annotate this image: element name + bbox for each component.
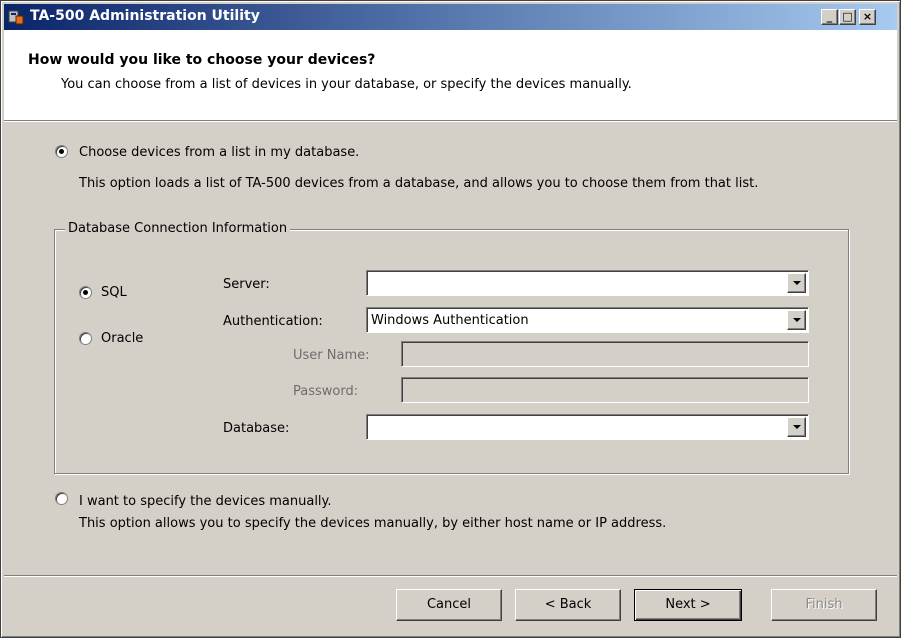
sql-radio[interactable] [79, 286, 92, 299]
header-divider-highlight [4, 121, 897, 122]
header-subtitle: You can choose from a list of devices in… [61, 77, 632, 92]
server-dropdown-arrow-icon[interactable] [787, 273, 806, 293]
app-icon [8, 10, 24, 25]
server-combo[interactable] [366, 270, 809, 296]
password-label: Password: [293, 384, 359, 399]
option-list-description: This option loads a list of TA-500 devic… [79, 176, 759, 191]
database-dropdown-arrow-icon[interactable] [787, 417, 806, 437]
wizard-header: How would you like to choose your device… [4, 30, 897, 120]
minimize-button[interactable]: _ [821, 9, 838, 25]
username-label: User Name: [293, 348, 370, 363]
option-list-label[interactable]: Choose devices from a list in my databas… [79, 145, 359, 160]
database-connection-legend: Database Connection Information [65, 221, 291, 236]
close-button[interactable]: × [859, 9, 876, 25]
maximize-button[interactable]: □ [839, 9, 856, 25]
dialog-window: TA-500 Administration Utility _ □ × How … [0, 0, 901, 638]
oracle-radio[interactable] [79, 332, 92, 345]
database-combo[interactable] [366, 414, 809, 440]
authentication-label: Authentication: [223, 314, 323, 329]
oracle-label[interactable]: Oracle [101, 331, 143, 346]
username-field [401, 341, 809, 367]
authentication-combo[interactable]: Windows Authentication [366, 307, 809, 333]
server-label: Server: [223, 277, 270, 292]
finish-button: Finish [771, 589, 877, 621]
option-manual-radio[interactable] [55, 492, 68, 505]
footer-divider-highlight [4, 576, 897, 577]
option-manual-description: This option allows you to specify the de… [79, 516, 667, 531]
back-button[interactable]: < Back [515, 589, 621, 621]
next-button[interactable]: Next > [634, 589, 742, 621]
password-field [401, 377, 809, 403]
authentication-dropdown-arrow-icon[interactable] [787, 310, 806, 330]
option-list-radio[interactable] [55, 145, 68, 158]
sql-label[interactable]: SQL [101, 285, 127, 300]
cancel-button[interactable]: Cancel [396, 589, 502, 621]
window-title: TA-500 Administration Utility [30, 8, 260, 24]
header-title: How would you like to choose your device… [28, 52, 376, 68]
option-manual-label[interactable]: I want to specify the devices manually. [79, 494, 332, 509]
minimize-icon: _ [826, 10, 833, 23]
maximize-icon: □ [842, 10, 853, 23]
authentication-value: Windows Authentication [371, 313, 529, 328]
title-bar[interactable]: TA-500 Administration Utility _ □ × [4, 4, 897, 30]
close-icon: × [862, 10, 873, 23]
database-label: Database: [223, 421, 290, 436]
